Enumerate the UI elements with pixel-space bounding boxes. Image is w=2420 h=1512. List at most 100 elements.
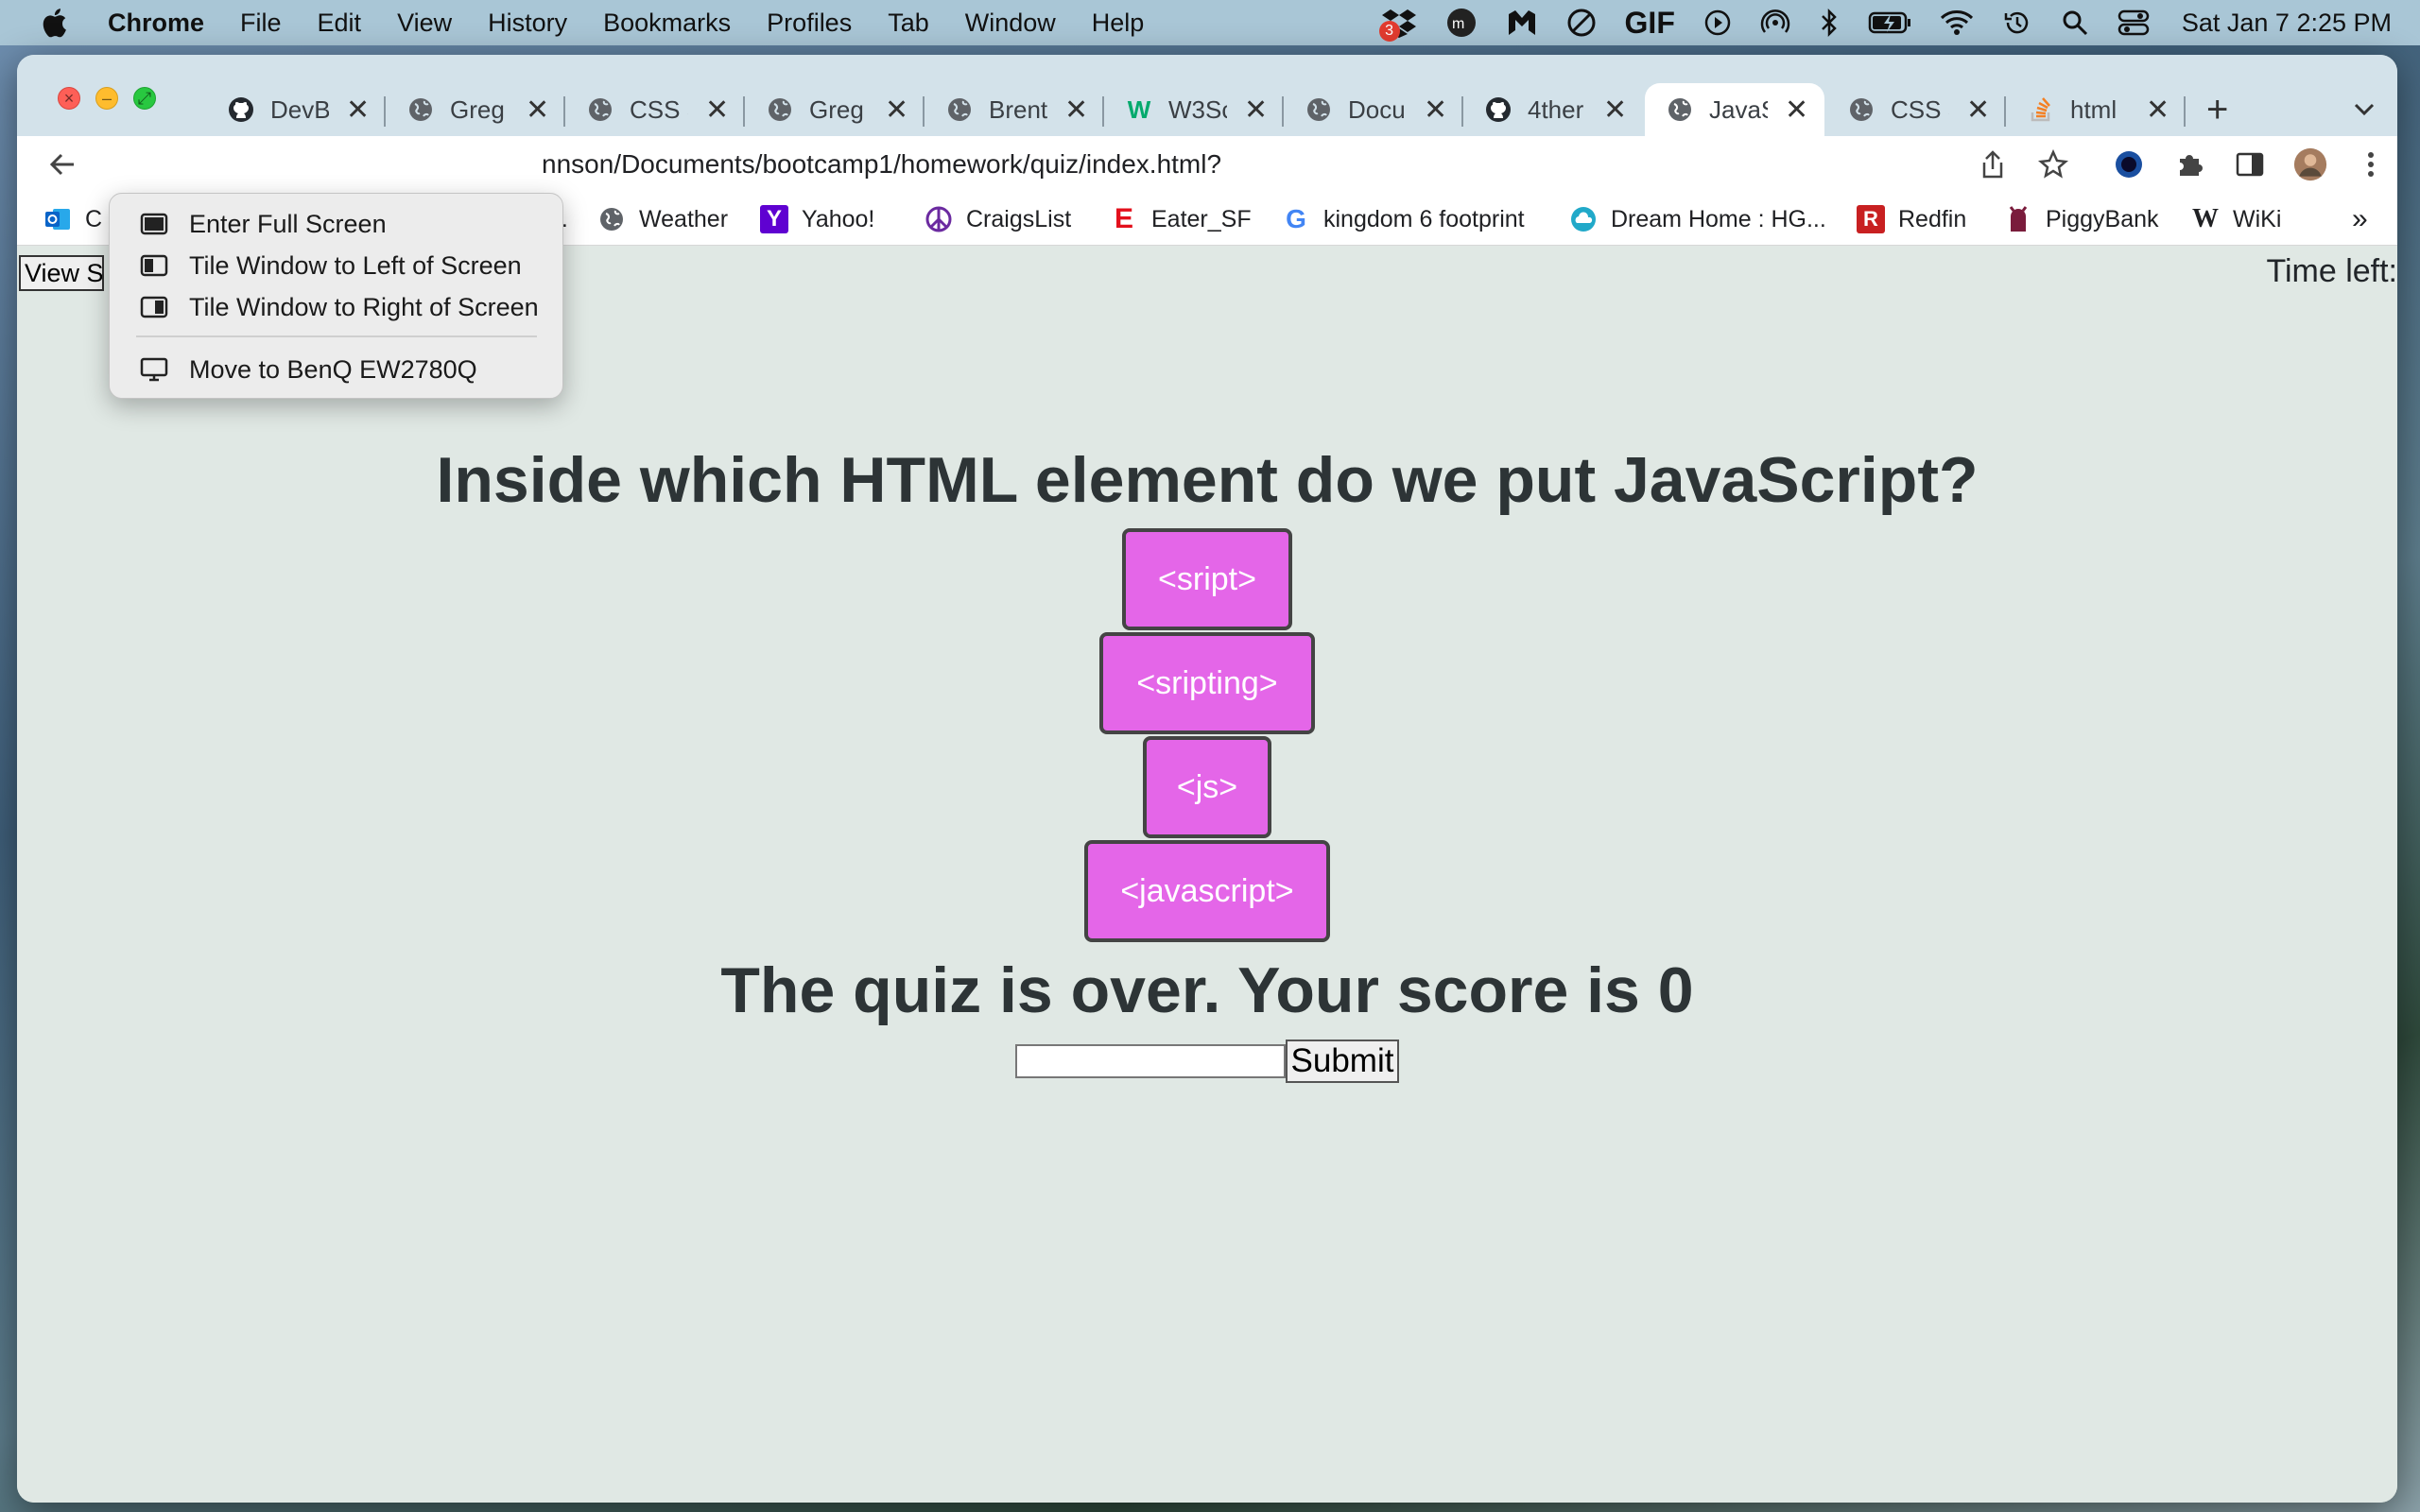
bookmark-piggybank[interactable]: PiggyBank <box>2004 193 2159 246</box>
bookmark-redfin[interactable]: R Redfin <box>1857 193 1966 246</box>
tab-close-icon[interactable]: ✕ <box>2146 94 2169 127</box>
menu-window[interactable]: Window <box>965 9 1056 38</box>
tab-label: Brent <box>989 94 1047 124</box>
side-panel-button[interactable] <box>2233 147 2267 181</box>
full-screen-icon <box>138 212 170 236</box>
bookmark-label: Weather <box>639 205 729 232</box>
bluetooth-icon[interactable] <box>1819 8 1840 38</box>
redfin-icon: R <box>1857 205 1885 233</box>
bookmark-dream-home[interactable]: Dream Home : HG... <box>1569 193 1826 246</box>
menu-profiles[interactable]: Profiles <box>767 9 852 38</box>
menu-app-name[interactable]: Chrome <box>108 9 204 38</box>
bookmark-outlook[interactable]: C <box>43 193 102 246</box>
bookmark-craigslist[interactable]: CraigsList <box>925 193 1071 246</box>
play-icon[interactable] <box>1703 9 1732 37</box>
new-tab-button[interactable]: + <box>2206 83 2228 136</box>
tab-docu[interactable]: Docu ✕ <box>1284 83 1463 136</box>
menu-bookmarks[interactable]: Bookmarks <box>603 9 731 38</box>
cloud-icon <box>1569 205 1598 233</box>
no-entry-icon[interactable] <box>1566 8 1597 38</box>
answer-button[interactable]: <sript> <box>1122 528 1292 630</box>
tab-close-icon[interactable]: ✕ <box>526 94 549 127</box>
menu-edit[interactable]: Edit <box>318 9 362 38</box>
tab-css-1[interactable]: CSS S ✕ <box>565 83 745 136</box>
minimize-window-button[interactable]: – <box>95 87 118 110</box>
bookmark-yahoo[interactable]: Y Yahoo! <box>760 193 874 246</box>
tab-close-icon[interactable]: ✕ <box>1785 94 1808 127</box>
menu-item-label: Enter Full Screen <box>189 209 387 238</box>
mm-icon[interactable]: m <box>1445 7 1478 39</box>
tab-greg-2[interactable]: Greg ✕ <box>745 83 925 136</box>
apple-icon[interactable] <box>40 7 72 39</box>
menu-item-move-to-display[interactable]: Move to BenQ EW2780Q <box>110 349 562 390</box>
chrome-menu-button[interactable] <box>2354 147 2388 181</box>
tab-search-button[interactable] <box>2352 83 2377 136</box>
menu-item-enter-full-screen[interactable]: Enter Full Screen <box>110 203 562 245</box>
control-center-icon[interactable] <box>2118 9 2150 37</box>
share-button[interactable] <box>1976 147 2010 181</box>
menu-help[interactable]: Help <box>1092 9 1145 38</box>
tab-close-icon[interactable]: ✕ <box>1244 94 1268 127</box>
profile-button[interactable] <box>2293 147 2327 181</box>
menu-item-tile-right[interactable]: Tile Window to Right of Screen <box>110 286 562 328</box>
tab-css-2[interactable]: CSS S ✕ <box>1826 83 2006 136</box>
yahoo-icon: Y <box>760 205 788 233</box>
answer-button[interactable]: <sripting> <box>1099 632 1315 734</box>
tab-brent[interactable]: Brent ✕ <box>925 83 1104 136</box>
address-bar[interactable]: nnson/Documents/bootcamp1/homework/quiz/… <box>542 136 1960 193</box>
score-entry-form: Submit <box>17 1040 2397 1083</box>
bookmark-label: kingdom 6 footprint <box>1323 205 1525 232</box>
tab-close-icon[interactable]: ✕ <box>885 94 908 127</box>
submit-button[interactable]: Submit <box>1285 1040 1400 1083</box>
menu-file[interactable]: File <box>240 9 282 38</box>
tab-close-icon[interactable]: ✕ <box>1064 94 1088 127</box>
answer-button[interactable]: <javascript> <box>1084 840 1330 942</box>
menu-tab[interactable]: Tab <box>888 9 929 38</box>
bookmark-kingdom[interactable]: G kingdom 6 footprint <box>1282 193 1525 246</box>
fullscreen-window-button[interactable]: ⤢ <box>133 87 156 110</box>
extension-button[interactable] <box>2112 147 2146 181</box>
tab-greg-1[interactable]: Greg ✕ <box>386 83 565 136</box>
tab-close-icon[interactable]: ✕ <box>346 94 370 127</box>
tab-html[interactable]: html ✕ <box>2006 83 2186 136</box>
battery-icon[interactable] <box>1868 10 1911 35</box>
airdrop-icon[interactable] <box>1760 8 1790 38</box>
menubar-clock[interactable]: Sat Jan 7 2:25 PM <box>2182 9 2392 38</box>
tab-w3schools[interactable]: W W3Sc ✕ <box>1104 83 1284 136</box>
outlook-icon <box>43 205 72 233</box>
tab-close-icon[interactable]: ✕ <box>1966 94 1990 127</box>
tab-4ther[interactable]: 4ther ✕ <box>1463 83 1643 136</box>
tab-close-icon[interactable]: ✕ <box>705 94 729 127</box>
bookmark-eater[interactable]: E Eater_SF <box>1110 193 1252 246</box>
tab-close-icon[interactable]: ✕ <box>1603 94 1627 127</box>
tab-strip: × – ⤢ DevB ✕ Greg ✕ CSS S ✕ Greg ✕ <box>17 55 2397 136</box>
tab-separator <box>2184 96 2186 127</box>
menu-view[interactable]: View <box>397 9 452 38</box>
tab-close-icon[interactable]: ✕ <box>1424 94 1447 127</box>
globe-icon <box>1666 95 1694 124</box>
wifi-icon[interactable] <box>1940 9 1974 36</box>
menu-item-tile-left[interactable]: Tile Window to Left of Screen <box>110 245 562 286</box>
tab-javascript-active[interactable]: JavaS ✕ <box>1645 83 1824 136</box>
extensions-button[interactable] <box>2172 147 2206 181</box>
search-icon[interactable] <box>2061 9 2089 37</box>
notification-badge: 3 <box>1378 21 1400 42</box>
bookmark-star-button[interactable] <box>2036 147 2070 181</box>
time-machine-icon[interactable] <box>2002 8 2032 38</box>
dropbox-icon[interactable]: 3 <box>1378 8 1417 42</box>
quiz-page: View Scores Time left: Inside which HTML… <box>17 246 2397 1503</box>
close-window-button[interactable]: × <box>58 87 80 110</box>
initials-input[interactable] <box>1014 1044 1286 1078</box>
minimize-icon: – <box>101 89 112 108</box>
bookmarks-overflow-button[interactable]: » <box>2352 193 2368 246</box>
address-url: nnson/Documents/bootcamp1/homework/quiz/… <box>542 149 1222 179</box>
gif-icon[interactable]: GIF <box>1625 6 1675 41</box>
malwarebytes-icon[interactable] <box>1506 9 1538 37</box>
bookmark-weather[interactable]: Weather <box>597 193 728 246</box>
answer-button[interactable]: <js> <box>1143 736 1271 838</box>
menu-history[interactable]: History <box>488 9 567 38</box>
tab-devb[interactable]: DevB ✕ <box>206 83 386 136</box>
view-scores-button[interactable]: View Scores <box>19 255 104 291</box>
back-button[interactable] <box>43 146 81 183</box>
bookmark-wiki[interactable]: W WiKi <box>2191 193 2281 246</box>
